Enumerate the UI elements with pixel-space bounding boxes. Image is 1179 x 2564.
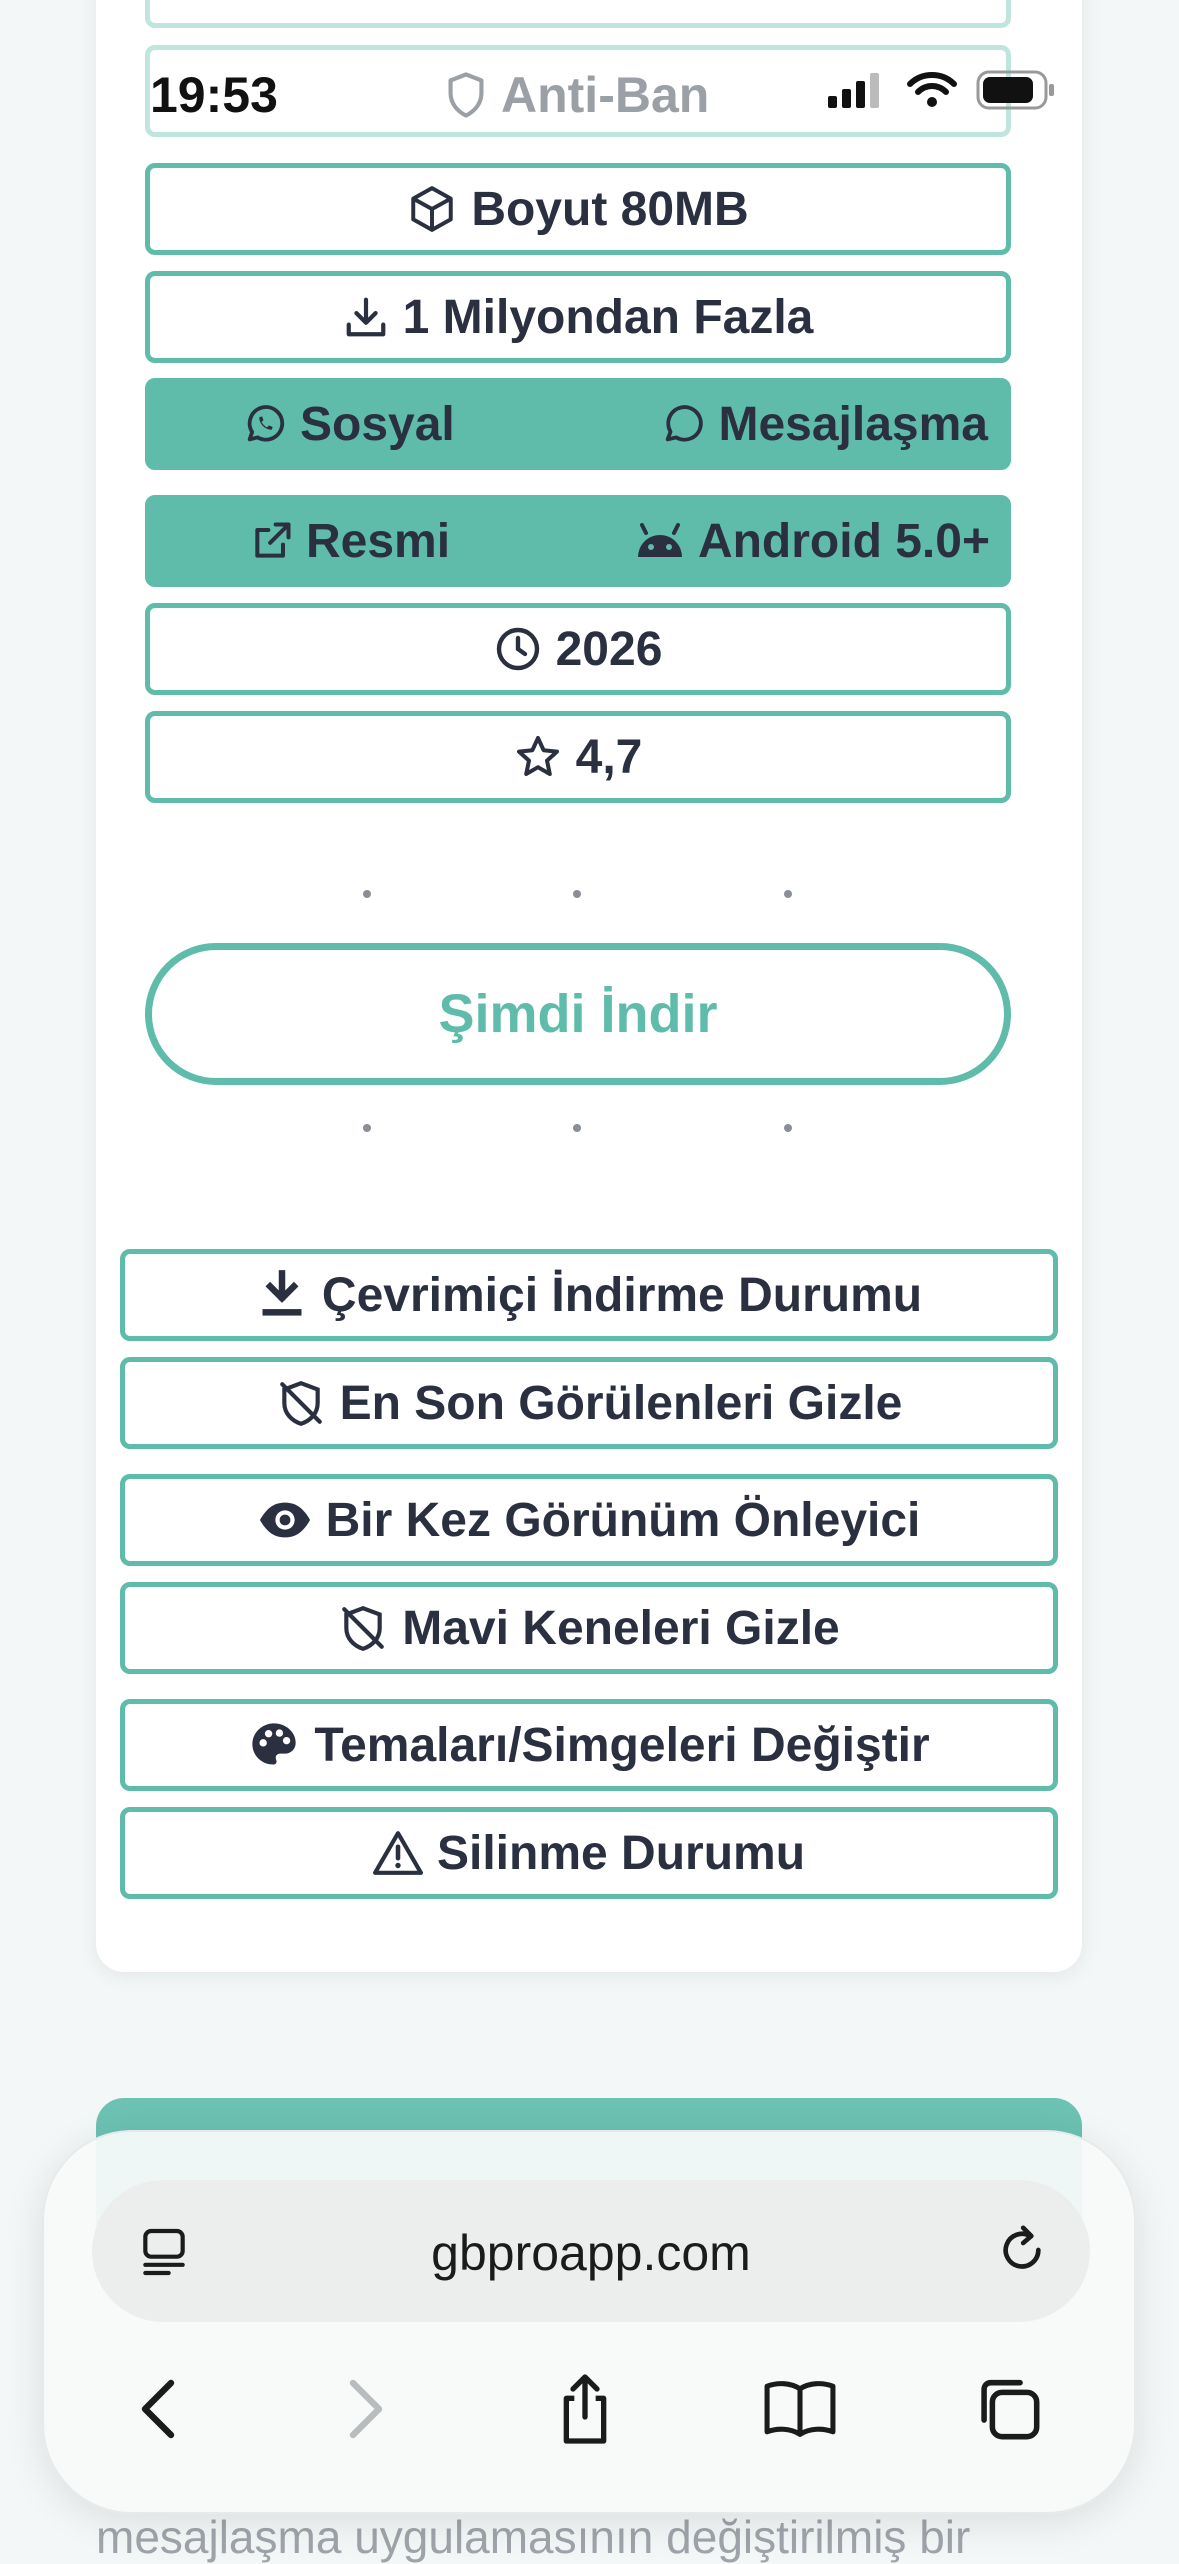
- feature-deletion-status: Silinme Durumu: [120, 1807, 1058, 1899]
- spec-downloads: 1 Milyondan Fazla: [145, 271, 1011, 363]
- shield-slash-icon: [338, 1603, 388, 1653]
- feature-hide-last-seen: En Son Görülenleri Gizle: [120, 1357, 1058, 1449]
- spec-size: Boyut 80MB: [145, 163, 1011, 255]
- dot: [784, 1124, 792, 1132]
- android-icon: [634, 521, 686, 561]
- download-now-button[interactable]: Şimdi İndir: [145, 943, 1011, 1085]
- address-bar[interactable]: gbproapp.com: [92, 2180, 1090, 2322]
- dot: [784, 890, 792, 898]
- spec-category: Sosyal Mesajlaşma: [145, 378, 1011, 470]
- status-bar: 19:53 Anti-Ban: [145, 45, 1054, 137]
- separator-dots-top: [0, 890, 1179, 900]
- dot: [363, 1124, 371, 1132]
- forward-button[interactable]: [320, 2364, 410, 2454]
- battery-icon: [976, 70, 1056, 115]
- separator-dots-bottom: [0, 1124, 1179, 1134]
- category-messaging: Mesajlaşma: [660, 397, 988, 452]
- feature-view-once-blocker: Bir Kez Görünüm Önleyici: [120, 1474, 1058, 1566]
- feature-online-download-status: Çevrimiçi İndirme Durumu: [120, 1249, 1058, 1341]
- external-link-icon: [250, 519, 294, 563]
- spec-year: 2026: [145, 603, 1011, 695]
- status-time: 19:53: [150, 67, 278, 123]
- platform-android: Android 5.0+: [634, 514, 990, 569]
- share-button[interactable]: [540, 2364, 630, 2454]
- wifi-icon: [906, 70, 958, 115]
- palette-icon: [248, 1719, 300, 1771]
- signal-icon: [828, 72, 888, 113]
- feature-change-themes-icons: Temaları/Simgeleri Değiştir: [120, 1699, 1058, 1791]
- chat-bubble-icon: [660, 401, 706, 447]
- system-indicators: [828, 70, 1056, 115]
- back-button[interactable]: [114, 2364, 204, 2454]
- download-icon: [343, 294, 389, 340]
- dot: [573, 1124, 581, 1132]
- tabs-button[interactable]: [964, 2364, 1054, 2454]
- clock-icon: [494, 625, 542, 673]
- anti-ban-label: Anti-Ban: [445, 66, 709, 124]
- bookmarks-button[interactable]: [755, 2364, 845, 2454]
- source-official: Resmi: [250, 514, 450, 569]
- spec-source-platform: Resmi Android 5.0+: [145, 495, 1011, 587]
- eye-icon: [258, 1500, 312, 1540]
- dot: [573, 890, 581, 898]
- category-social: Sosyal: [242, 397, 455, 452]
- star-icon: [514, 733, 562, 781]
- warning-icon: [372, 1829, 423, 1877]
- shield-icon: [445, 71, 487, 119]
- reload-icon[interactable]: [994, 2222, 1050, 2283]
- spec-rating: 4,7: [145, 711, 1011, 803]
- feature-hide-blue-ticks: Mavi Keneleri Gizle: [120, 1582, 1058, 1674]
- partial-spec-row: [145, 0, 1011, 28]
- shield-slash-icon: [276, 1378, 326, 1428]
- download-icon: [256, 1269, 308, 1321]
- dot: [363, 890, 371, 898]
- box-icon: [407, 184, 457, 234]
- browser-toolbar: gbproapp.com: [42, 2130, 1136, 2514]
- whatsapp-icon: [242, 401, 288, 447]
- url-text[interactable]: gbproapp.com: [92, 2224, 1090, 2282]
